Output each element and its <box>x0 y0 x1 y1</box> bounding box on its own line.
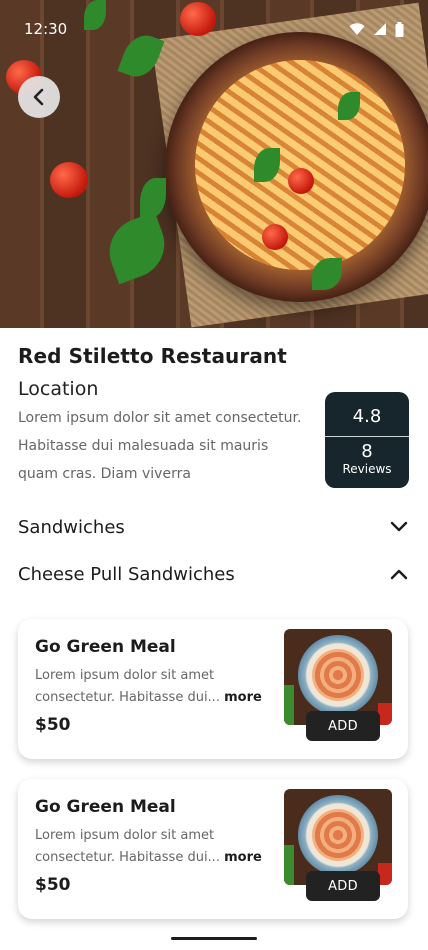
rating-divider <box>325 436 409 437</box>
menu-item-card[interactable]: Go Green Meal Lorem ipsum dolor sit amet… <box>18 619 408 759</box>
section-label: Cheese Pull Sandwiches <box>18 563 235 585</box>
menu-item-card[interactable]: Go Green Meal Lorem ipsum dolor sit amet… <box>18 779 408 919</box>
restaurant-description: Lorem ipsum dolor sit amet consectetur. … <box>18 410 302 482</box>
add-button[interactable]: ADD <box>306 711 380 741</box>
chevron-down-icon[interactable] <box>390 521 408 533</box>
rating-badge: 4.8 8 Reviews <box>325 392 409 488</box>
menu-item-description: Lorem ipsum dolor sit amet consectetur. … <box>35 828 262 865</box>
more-link[interactable]: more <box>224 690 262 705</box>
back-button[interactable] <box>18 76 60 118</box>
restaurant-name: Red Stiletto Restaurant <box>18 344 287 368</box>
menu-item-description: Lorem ipsum dolor sit amet consectetur. … <box>35 668 262 705</box>
chevron-left-icon <box>33 88 44 106</box>
menu-item-name: Go Green Meal <box>35 637 176 657</box>
reviews-label: Reviews <box>342 462 392 476</box>
reviews-count: 8 <box>361 441 373 462</box>
rating-score: 4.8 <box>352 406 382 427</box>
section-sandwiches[interactable]: Sandwiches <box>18 512 408 542</box>
section-cheese-pull-sandwiches[interactable]: Cheese Pull Sandwiches <box>18 559 408 589</box>
wifi-icon <box>349 22 365 35</box>
status-bar: 12:30 <box>24 18 404 40</box>
status-time: 12:30 <box>24 20 68 38</box>
section-label: Sandwiches <box>18 516 125 538</box>
battery-icon <box>395 21 404 37</box>
menu-item-price: $50 <box>35 875 71 895</box>
add-button[interactable]: ADD <box>306 871 380 901</box>
signal-icon <box>374 23 386 35</box>
chevron-up-icon[interactable] <box>390 568 408 580</box>
restaurant-hero-image <box>0 0 428 328</box>
more-link[interactable]: more <box>224 850 262 865</box>
menu-item-name: Go Green Meal <box>35 797 176 817</box>
menu-item-price: $50 <box>35 715 71 735</box>
home-indicator[interactable] <box>171 937 257 940</box>
